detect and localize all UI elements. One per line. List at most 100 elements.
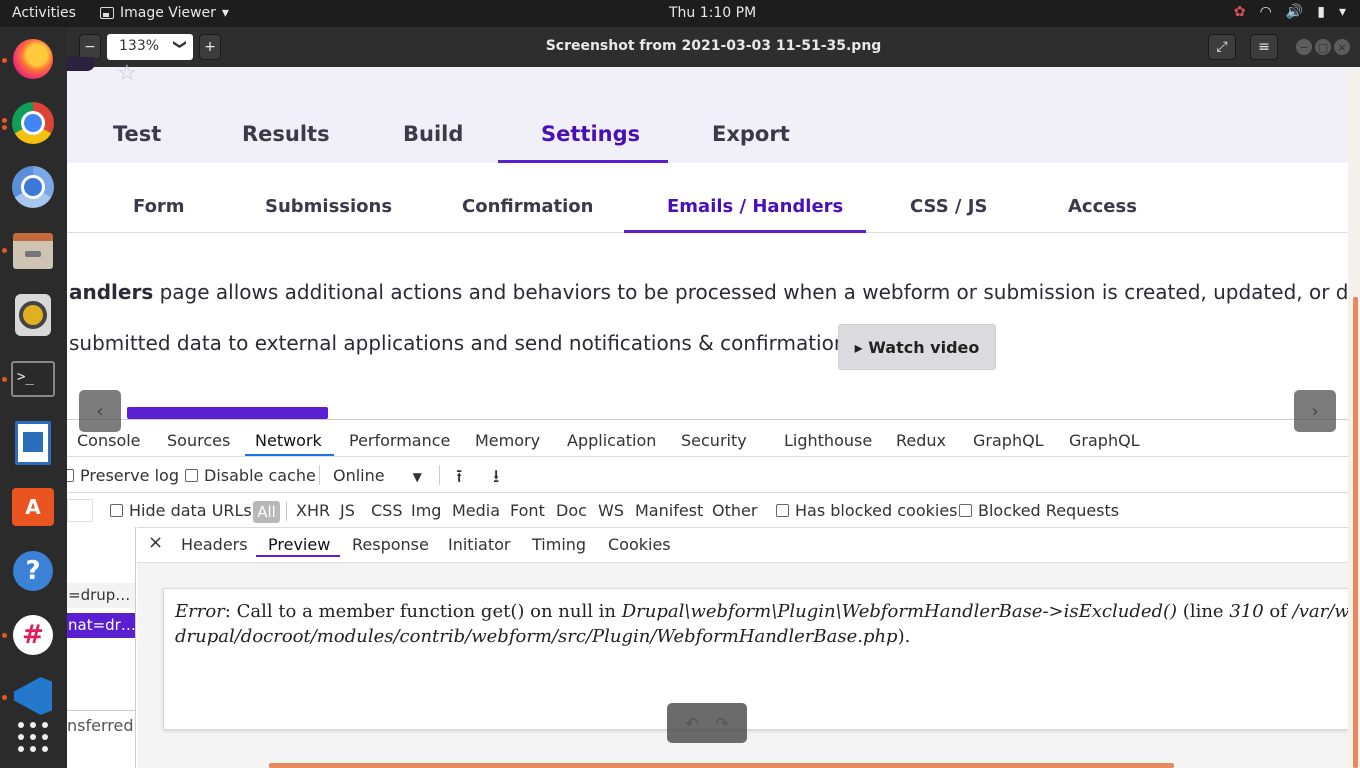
- error-message: Error: Call to a member function get() o…: [163, 588, 1348, 730]
- import-har-icon[interactable]: ⭱: [456, 464, 462, 494]
- chevron-down-icon[interactable]: ▾: [1339, 4, 1346, 20]
- devtools-tab-redux[interactable]: Redux: [896, 431, 946, 450]
- close-button[interactable]: ×: [1334, 39, 1350, 55]
- throttling-select[interactable]: Online ▼: [333, 466, 422, 485]
- slack-tray-icon[interactable]: ✿: [1234, 4, 1246, 20]
- app-menu[interactable]: Image Viewer ▾: [100, 5, 229, 21]
- tab-css-js[interactable]: CSS / JS: [910, 196, 987, 217]
- tab-test[interactable]: Test: [113, 122, 161, 146]
- menu-button[interactable]: ≡: [1250, 34, 1278, 60]
- image-viewer-icon: [100, 7, 114, 19]
- zoom-combo[interactable]: 133% ❯: [107, 34, 193, 60]
- tab-emails-handlers[interactable]: Emails / Handlers: [667, 196, 843, 217]
- devtools-tab-security[interactable]: Security: [681, 431, 747, 450]
- error-path: /var/www/htm: [1292, 601, 1348, 622]
- zoom-in-button[interactable]: +: [199, 34, 221, 60]
- wifi-icon[interactable]: ◠: [1260, 4, 1272, 20]
- clock[interactable]: Thu 1:10 PM: [669, 5, 756, 21]
- chrome-icon[interactable]: [10, 100, 56, 146]
- devtools-tab-network[interactable]: Network: [255, 431, 322, 450]
- divider: [439, 465, 440, 485]
- filter-input[interactable]: [67, 499, 93, 522]
- chevron-down-icon: ▾: [221, 5, 229, 21]
- chevron-down-icon[interactable]: ❯: [172, 39, 187, 50]
- detail-tab-cookies[interactable]: Cookies: [608, 535, 671, 554]
- devtools-tab-graphql-2[interactable]: GraphQL: [1069, 431, 1140, 450]
- vertical-scroll-thumb[interactable]: [1353, 297, 1358, 768]
- rhythmbox-icon[interactable]: [10, 292, 56, 338]
- tab-access[interactable]: Access: [1068, 196, 1137, 217]
- activities-button[interactable]: Activities: [12, 5, 76, 21]
- filter-font[interactable]: Font: [510, 501, 545, 520]
- help-icon[interactable]: ?: [10, 548, 56, 594]
- running-indicator: [2, 248, 7, 253]
- previous-image-button[interactable]: ‹: [79, 390, 121, 432]
- filter-css[interactable]: CSS: [371, 501, 402, 520]
- files-icon[interactable]: [10, 228, 56, 274]
- maximize-button[interactable]: □: [1315, 39, 1331, 55]
- minimize-button[interactable]: −: [1296, 39, 1312, 55]
- horizontal-scroll-thumb[interactable]: [269, 763, 1174, 768]
- devtools-tab-sources[interactable]: Sources: [167, 431, 230, 450]
- disable-cache-checkbox[interactable]: Disable cache: [185, 466, 316, 485]
- running-indicator: [2, 118, 7, 123]
- tab-export[interactable]: Export: [712, 122, 790, 146]
- detail-tab-initiator[interactable]: Initiator: [448, 535, 510, 554]
- devtools-tab-performance[interactable]: Performance: [349, 431, 450, 450]
- request-row-selected[interactable]: nat=dr…: [67, 613, 135, 638]
- fullscreen-button[interactable]: ⤢: [1208, 34, 1236, 60]
- tab-submissions[interactable]: Submissions: [265, 196, 392, 217]
- tab-settings[interactable]: Settings: [541, 122, 640, 146]
- terminal-icon[interactable]: >_: [10, 356, 56, 402]
- filter-doc[interactable]: Doc: [556, 501, 587, 520]
- close-icon[interactable]: ×: [148, 532, 163, 553]
- watch-video-button[interactable]: ▸ Watch video: [838, 324, 996, 370]
- devtools-tab-lighthouse[interactable]: Lighthouse: [784, 431, 872, 450]
- detail-tab-preview[interactable]: Preview: [268, 535, 330, 554]
- desc-bold: andlers: [69, 280, 154, 304]
- rotate-right-icon[interactable]: ↷: [715, 714, 728, 733]
- volume-icon[interactable]: 🔊: [1286, 4, 1303, 20]
- detail-tab-response[interactable]: Response: [352, 535, 429, 554]
- filter-other[interactable]: Other: [712, 501, 757, 520]
- devtools-tab-graphql[interactable]: GraphQL: [973, 431, 1044, 450]
- filter-img[interactable]: Img: [411, 501, 441, 520]
- next-image-button[interactable]: ›: [1294, 390, 1336, 432]
- request-row[interactable]: =drup…: [67, 583, 135, 608]
- devtools-tab-memory[interactable]: Memory: [475, 431, 540, 450]
- displayed-image: ☆ Test Results Build Settings Export For…: [67, 57, 1360, 768]
- detail-tab-headers[interactable]: Headers: [181, 535, 248, 554]
- filter-js[interactable]: JS: [340, 501, 355, 520]
- filter-media[interactable]: Media: [452, 501, 500, 520]
- blocked-requests-checkbox[interactable]: Blocked Requests: [959, 501, 1119, 520]
- devtools-tab-application[interactable]: Application: [567, 431, 656, 450]
- filter-manifest[interactable]: Manifest: [635, 501, 703, 520]
- has-blocked-cookies-checkbox[interactable]: Has blocked cookies: [776, 501, 958, 520]
- detail-tab-timing[interactable]: Timing: [532, 535, 586, 554]
- slack-icon[interactable]: #: [10, 612, 56, 658]
- tab-results[interactable]: Results: [242, 122, 330, 146]
- system-tray[interactable]: ✿ ◠ 🔊 ▮ ▾: [1234, 4, 1346, 20]
- firefox-icon[interactable]: [10, 36, 56, 82]
- devtools-tab-console[interactable]: Console: [77, 431, 141, 450]
- export-har-icon[interactable]: ⭳: [493, 464, 499, 494]
- add-handler-button[interactable]: [127, 407, 328, 419]
- filter-ws[interactable]: WS: [598, 501, 624, 520]
- vscode-icon[interactable]: [10, 673, 56, 719]
- error-text: of: [1263, 601, 1293, 622]
- preserve-log-label: Preserve log: [80, 466, 179, 485]
- rotate-left-icon[interactable]: ↶: [685, 714, 698, 733]
- tab-build[interactable]: Build: [403, 122, 463, 146]
- battery-icon[interactable]: ▮: [1317, 4, 1325, 20]
- software-icon[interactable]: A: [10, 484, 56, 530]
- writer-icon[interactable]: [10, 420, 56, 466]
- tab-confirmation[interactable]: Confirmation: [462, 196, 593, 217]
- show-applications-icon[interactable]: [10, 714, 56, 760]
- hide-data-urls-checkbox[interactable]: Hide data URLs: [110, 501, 252, 520]
- filter-xhr[interactable]: XHR: [296, 501, 330, 520]
- desc-rest: page allows additional actions and behav…: [153, 280, 1360, 304]
- chromium-icon[interactable]: [10, 164, 56, 210]
- filter-all[interactable]: All: [253, 501, 280, 523]
- tab-form[interactable]: Form: [133, 196, 185, 217]
- preserve-log-checkbox[interactable]: Preserve log: [67, 466, 179, 485]
